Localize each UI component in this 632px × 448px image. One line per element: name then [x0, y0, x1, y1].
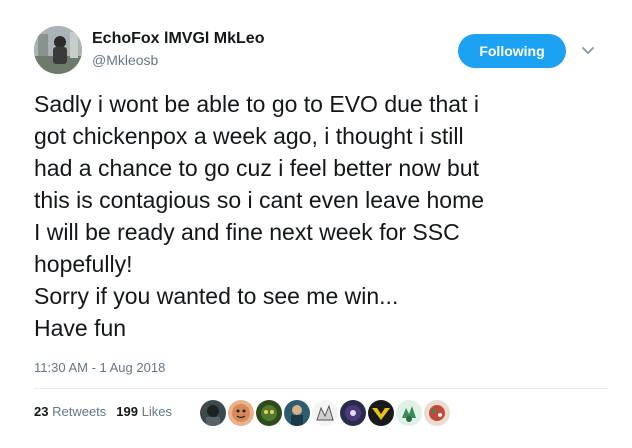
chevron-down-icon[interactable]	[580, 42, 596, 58]
retweets-count: 23	[34, 404, 49, 419]
liker-avatars	[200, 400, 450, 426]
following-button[interactable]: Following	[458, 34, 566, 68]
liker-avatar-5-icon	[312, 400, 338, 426]
tweet-timestamp[interactable]: 11:30 AM - 1 Aug 2018	[34, 360, 165, 375]
tweet-text-line: hopefully!	[34, 251, 133, 277]
liker-avatar-2-icon	[228, 400, 254, 426]
liker-avatar[interactable]	[284, 400, 310, 426]
liker-avatar[interactable]	[228, 400, 254, 426]
tweet-text-line: got chickenpox a week ago, i thought i s…	[34, 123, 464, 149]
liker-avatar-3-icon	[256, 400, 282, 426]
liker-avatar[interactable]	[340, 400, 366, 426]
avatar-photo-icon	[34, 26, 82, 74]
liker-avatar[interactable]	[200, 400, 226, 426]
divider	[34, 388, 608, 389]
user-handle[interactable]: @Mkleosb	[92, 52, 158, 68]
display-name[interactable]: EchoFox lMVGl MkLeo	[92, 30, 264, 48]
liker-avatar-6-icon	[340, 400, 366, 426]
liker-avatar-9-icon	[424, 400, 450, 426]
tweet-stats: 23 Retweets 199 Likes	[34, 404, 172, 419]
likes-label: Likes	[141, 404, 172, 419]
tweet-text: Sadly i wont be able to go to EVO due th…	[34, 88, 614, 344]
retweets-label: Retweets	[52, 404, 107, 419]
tweet-text-line: Sorry if you wanted to see me win...	[34, 283, 399, 309]
retweets-stat[interactable]: 23 Retweets	[34, 404, 106, 419]
liker-avatar[interactable]	[424, 400, 450, 426]
tweet-text-line: this is contagious so i cant even leave …	[34, 187, 485, 213]
likes-count: 199	[116, 404, 138, 419]
liker-avatar-8-icon	[396, 400, 422, 426]
liker-avatar-7-icon	[368, 400, 394, 426]
liker-avatar[interactable]	[256, 400, 282, 426]
liker-avatar-1-icon	[200, 400, 226, 426]
liker-avatar[interactable]	[312, 400, 338, 426]
liker-avatar-4-icon	[284, 400, 310, 426]
tweet-text-line: I will be ready and fine next week for S…	[34, 219, 460, 245]
tweet-text-line: Have fun	[34, 315, 127, 341]
tweet-card: EchoFox lMVGl MkLeo @Mkleosb Following S…	[0, 0, 632, 448]
user-avatar[interactable]	[34, 26, 82, 74]
likes-stat[interactable]: 199 Likes	[116, 404, 172, 419]
tweet-text-line: had a chance to go cuz i feel better now…	[34, 155, 479, 181]
tweet-text-line: Sadly i wont be able to go to EVO due th…	[34, 91, 479, 117]
liker-avatar[interactable]	[396, 400, 422, 426]
liker-avatar[interactable]	[368, 400, 394, 426]
